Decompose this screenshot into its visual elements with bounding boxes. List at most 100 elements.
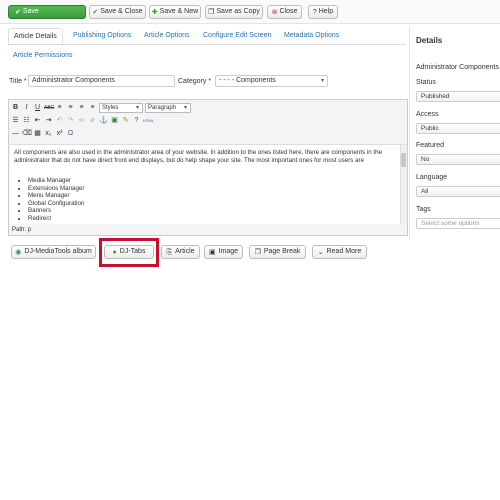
category-select[interactable]: - - - - Components ▾ bbox=[215, 75, 328, 87]
bullet-list-icon[interactable]: ☰ bbox=[11, 116, 20, 126]
page-break-label: Page Break bbox=[263, 248, 301, 255]
featured-select[interactable]: No bbox=[416, 154, 500, 165]
align-left-icon[interactable]: ≡ bbox=[55, 103, 64, 113]
article-button[interactable]: ⎘ Article bbox=[161, 245, 200, 259]
scrollbar-thumb[interactable] bbox=[401, 153, 406, 167]
access-select[interactable]: Public bbox=[416, 123, 500, 134]
copy-icon: ❐ bbox=[254, 248, 261, 256]
image-button[interactable]: ▣ Image bbox=[204, 245, 243, 259]
image-icon[interactable]: ▣ bbox=[110, 116, 119, 126]
image-icon: ▣ bbox=[208, 248, 216, 256]
align-justify-icon[interactable]: ≡ bbox=[88, 103, 97, 113]
save-as-copy-button[interactable]: ❐ Save as Copy bbox=[205, 5, 263, 19]
highlight-box bbox=[99, 238, 159, 267]
special-character-icon[interactable]: Ω bbox=[66, 129, 75, 139]
save-new-label: Save & New bbox=[159, 8, 199, 15]
unlink-icon[interactable]: ⌀ bbox=[88, 116, 97, 126]
image-label: Image bbox=[218, 248, 239, 255]
check-icon: ✔ bbox=[15, 8, 21, 16]
editor-toolbar-row-3: — ⌫ ▦ x₂ x² Ω bbox=[11, 128, 75, 140]
list-item: Global Configuration bbox=[28, 200, 84, 208]
title-input[interactable]: Administrator Components bbox=[28, 75, 175, 87]
visual-aid-icon[interactable]: ▦ bbox=[33, 129, 42, 139]
save-button-label: Save bbox=[22, 8, 39, 15]
remove-format-icon[interactable]: ⌫ bbox=[22, 129, 32, 139]
sidebar-divider bbox=[409, 26, 410, 240]
sidebar-category-value: Administrator Components bbox=[416, 64, 499, 71]
editor-path: Path: p bbox=[12, 227, 32, 233]
plus-icon: ✚ bbox=[151, 8, 158, 16]
editor-toolbar-row-2: ☰ ☷ ⇤ ⇥ ↶ ↷ ∞ ⌀ ⚓ ▣ ✎ ? HTML bbox=[11, 115, 154, 127]
styles-select[interactable]: Styles ▾ bbox=[99, 103, 143, 113]
tags-input[interactable]: Select some options bbox=[416, 218, 500, 229]
format-select[interactable]: Paragraph ▾ bbox=[145, 103, 191, 113]
sidebar-title: Details bbox=[416, 36, 443, 45]
styles-select-value: Styles bbox=[102, 105, 119, 111]
dj-mediatools-label: DJ-MediaTools album bbox=[24, 248, 92, 255]
tags-label: Tags bbox=[416, 206, 431, 213]
editor-paragraph: All components are also used in the admi… bbox=[14, 149, 383, 164]
indent-icon[interactable]: ⇥ bbox=[44, 116, 53, 126]
help-icon: ? bbox=[312, 8, 317, 16]
list-item: Menu Manager bbox=[28, 192, 84, 200]
help-label: Help bbox=[318, 8, 334, 15]
superscript-icon[interactable]: x² bbox=[55, 129, 64, 139]
align-right-icon[interactable]: ≡ bbox=[77, 103, 86, 113]
copy-icon: ❐ bbox=[208, 8, 215, 16]
close-button[interactable]: ⊗ Close bbox=[267, 5, 302, 19]
close-label: Close bbox=[279, 8, 298, 15]
tab-publishing-options[interactable]: Publishing Options bbox=[73, 28, 131, 44]
italic-icon[interactable]: I bbox=[22, 103, 31, 113]
save-button[interactable]: ✔ Save bbox=[8, 5, 86, 19]
tab-article-permissions[interactable]: Article Permissions bbox=[13, 48, 73, 64]
list-item: Media Manager bbox=[28, 177, 84, 185]
page-break-button[interactable]: ❐ Page Break bbox=[249, 245, 306, 259]
close-icon: ⊗ bbox=[271, 8, 278, 16]
tab-configure-edit-screen[interactable]: Configure Edit Screen bbox=[203, 28, 271, 44]
save-close-button[interactable]: ✔ Save & Close bbox=[89, 5, 146, 19]
format-select-value: Paragraph bbox=[148, 105, 177, 111]
editor-scrollbar[interactable] bbox=[400, 145, 407, 224]
align-center-icon[interactable]: ≡ bbox=[66, 103, 75, 113]
language-select[interactable]: All bbox=[416, 186, 500, 197]
category-label: Category * bbox=[178, 78, 212, 85]
horizontal-rule-icon[interactable]: — bbox=[11, 129, 20, 139]
numbered-list-icon[interactable]: ☷ bbox=[22, 116, 31, 126]
save-as-copy-label: Save as Copy bbox=[216, 8, 260, 15]
tab-article-options[interactable]: Article Options bbox=[144, 28, 190, 44]
tabs-divider bbox=[8, 44, 406, 45]
bold-icon[interactable]: B bbox=[11, 103, 20, 113]
read-more-button[interactable]: ⌄ Read More bbox=[312, 245, 367, 259]
chevron-down-icon: ⌄ bbox=[317, 248, 324, 256]
check-icon: ✔ bbox=[92, 8, 99, 16]
strikethrough-icon[interactable]: ABC bbox=[44, 103, 54, 113]
outdent-icon[interactable]: ⇤ bbox=[33, 116, 42, 126]
access-label: Access bbox=[416, 111, 439, 118]
status-select[interactable]: Published bbox=[416, 91, 500, 102]
status-label: Status bbox=[416, 79, 436, 86]
list-item: Extensions Manager bbox=[28, 185, 84, 193]
undo-icon[interactable]: ↶ bbox=[55, 116, 64, 126]
tab-article-details[interactable]: Article Details bbox=[8, 28, 63, 44]
redo-icon[interactable]: ↷ bbox=[66, 116, 75, 126]
link-icon[interactable]: ∞ bbox=[77, 116, 86, 126]
editor-list: Media Manager Extensions Manager Menu Ma… bbox=[28, 177, 84, 223]
article-icon: ⎘ bbox=[166, 248, 173, 256]
help-icon[interactable]: ? bbox=[132, 116, 141, 126]
featured-label: Featured bbox=[416, 142, 445, 149]
chevron-down-icon: ▾ bbox=[135, 105, 139, 111]
cleanup-icon[interactable]: ✎ bbox=[121, 116, 130, 126]
article-label: Article bbox=[175, 248, 195, 255]
save-new-button[interactable]: ✚ Save & New bbox=[149, 5, 201, 19]
read-more-label: Read More bbox=[326, 248, 362, 255]
tab-metadata-options[interactable]: Metadata Options bbox=[284, 28, 339, 44]
anchor-icon[interactable]: ⚓ bbox=[99, 116, 108, 126]
editor-toolbar-row-1: B I U ABC ≡ ≡ ≡ ≡ Styles ▾ Paragraph ▾ bbox=[11, 102, 191, 114]
dj-mediatools-album-button[interactable]: ◉ DJ-MediaTools album bbox=[11, 245, 96, 259]
help-button[interactable]: ? Help bbox=[308, 5, 338, 19]
editor-content[interactable]: All components are also used in the admi… bbox=[10, 144, 407, 224]
editor: B I U ABC ≡ ≡ ≡ ≡ Styles ▾ Paragraph ▾ ☰… bbox=[8, 99, 408, 236]
underline-icon[interactable]: U bbox=[33, 103, 42, 113]
subscript-icon[interactable]: x₂ bbox=[44, 129, 53, 139]
html-icon[interactable]: HTML bbox=[143, 116, 154, 126]
